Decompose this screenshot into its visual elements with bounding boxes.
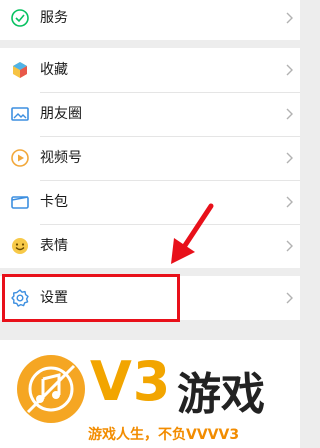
v3-logo-icon xyxy=(17,355,85,423)
video-channel-icon xyxy=(11,149,29,167)
brand-youxi-text: 游戏 xyxy=(177,369,265,420)
menu-item-label: 视频号 xyxy=(40,150,82,166)
chevron-right-icon xyxy=(286,240,293,252)
menu-item-stickers[interactable]: 表情 xyxy=(0,224,300,268)
menu-item-moments[interactable]: 朋友圈 xyxy=(0,92,300,136)
brand-v3-text: V3 xyxy=(90,350,172,413)
brand-slogan: 游戏人生，不负VVVV3 xyxy=(88,427,240,443)
menu-item-label: 朋友圈 xyxy=(40,106,82,122)
card-wallet-icon xyxy=(11,196,29,209)
chevron-right-icon xyxy=(286,196,293,208)
favorites-cube-icon xyxy=(13,62,27,78)
services-group: 服务 xyxy=(0,0,300,40)
menu-item-services[interactable]: 服务 xyxy=(0,0,300,40)
chevron-right-icon xyxy=(286,12,293,24)
photo-album-icon xyxy=(11,107,29,121)
menu-item-label: 表情 xyxy=(40,238,68,254)
menu-item-favorites[interactable]: 收藏 xyxy=(0,48,300,92)
smiley-icon xyxy=(12,238,28,254)
chevron-right-icon xyxy=(286,64,293,76)
menu-item-cards[interactable]: 卡包 xyxy=(0,180,300,224)
chevron-right-icon xyxy=(286,292,293,304)
chevron-right-icon xyxy=(286,152,293,164)
menu-item-channels[interactable]: 视频号 xyxy=(0,136,300,180)
menu-item-label: 服务 xyxy=(40,10,68,26)
menu-item-label: 收藏 xyxy=(40,62,68,78)
main-menu-group: 收藏 朋友圈 视频号 卡包 表情 xyxy=(0,48,300,268)
chevron-right-icon xyxy=(286,108,293,120)
highlight-box xyxy=(2,274,180,322)
wallet-check-icon xyxy=(11,9,29,27)
menu-item-label: 卡包 xyxy=(40,194,68,210)
red-arrow-icon xyxy=(171,203,214,264)
